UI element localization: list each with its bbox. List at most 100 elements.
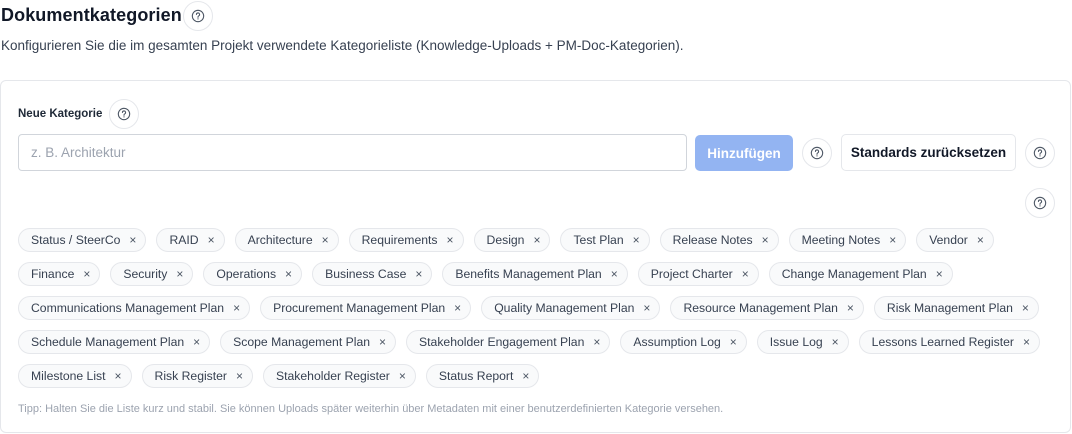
reset-defaults-button[interactable]: Standards zurücksetzen: [841, 134, 1016, 171]
category-chip-label: Finance: [31, 267, 75, 281]
category-chip-label: Scope Management Plan: [233, 335, 371, 349]
category-chip-label: Release Notes: [672, 233, 753, 247]
add-category-button[interactable]: Hinzufügen: [695, 135, 793, 171]
close-icon[interactable]: ×: [193, 336, 200, 348]
close-icon[interactable]: ×: [285, 268, 292, 280]
close-icon[interactable]: ×: [115, 370, 122, 382]
category-chip-label: Test Plan: [573, 233, 624, 247]
close-icon[interactable]: ×: [730, 336, 737, 348]
tip-text: Tipp: Halten Sie die Liste kurz und stab…: [18, 403, 724, 415]
close-icon[interactable]: ×: [847, 302, 854, 314]
close-icon[interactable]: ×: [1022, 302, 1029, 314]
reset-help-button[interactable]: [1025, 138, 1055, 168]
close-icon[interactable]: ×: [322, 234, 329, 246]
close-icon[interactable]: ×: [593, 336, 600, 348]
close-icon[interactable]: ×: [936, 268, 943, 280]
category-chip-label: Issue Log: [769, 335, 823, 349]
category-chip: Vendor ×: [916, 228, 994, 252]
close-icon[interactable]: ×: [415, 268, 422, 280]
close-icon[interactable]: ×: [611, 268, 618, 280]
new-category-help-button[interactable]: [109, 99, 139, 129]
add-help-button[interactable]: [802, 138, 832, 168]
category-chip: Meeting Notes ×: [788, 228, 907, 252]
close-icon[interactable]: ×: [233, 302, 240, 314]
new-category-input[interactable]: [18, 134, 687, 171]
help-circle-icon: [810, 146, 824, 160]
category-chip-label: Procurement Management Plan: [273, 301, 446, 315]
category-chip: Stakeholder Register ×: [263, 364, 416, 388]
category-chip-label: Business Case: [325, 267, 407, 281]
help-circle-icon: [117, 107, 131, 121]
category-card: Neue Kategorie Hinzufügen Standards zurü…: [0, 80, 1071, 433]
category-chip-label: Quality Management Plan: [494, 301, 635, 315]
close-icon[interactable]: ×: [633, 234, 640, 246]
help-button[interactable]: [183, 1, 213, 31]
close-icon[interactable]: ×: [399, 370, 406, 382]
close-icon[interactable]: ×: [977, 234, 984, 246]
help-circle-icon: [1033, 146, 1047, 160]
category-chip: Resource Management Plan ×: [670, 296, 864, 320]
category-chip: Operations ×: [203, 262, 303, 286]
category-chip: Test Plan ×: [560, 228, 650, 252]
close-icon[interactable]: ×: [762, 234, 769, 246]
close-icon[interactable]: ×: [832, 336, 839, 348]
category-chip: Requirements ×: [348, 228, 464, 252]
category-chip: Risk Management Plan ×: [873, 296, 1039, 320]
close-icon[interactable]: ×: [236, 370, 243, 382]
close-icon[interactable]: ×: [447, 234, 454, 246]
category-chip-label: Risk Management Plan: [886, 301, 1013, 315]
category-chip-label: Project Charter: [650, 267, 733, 281]
category-chip: Quality Management Plan ×: [481, 296, 661, 320]
help-circle-icon: [191, 9, 205, 23]
category-chip: RAID ×: [156, 228, 225, 252]
category-chip: Risk Register ×: [141, 364, 254, 388]
category-list-help-button[interactable]: [1025, 188, 1055, 218]
category-chip-label: Benefits Management Plan: [455, 267, 602, 281]
category-chip-label: Status Report: [438, 369, 514, 383]
close-icon[interactable]: ×: [889, 234, 896, 246]
category-chip: Change Management Plan ×: [768, 262, 953, 286]
page-title: Dokumentkategorien: [1, 5, 182, 25]
close-icon[interactable]: ×: [379, 336, 386, 348]
category-chip-label: Requirements: [361, 233, 438, 247]
category-chip-label: RAID: [169, 233, 199, 247]
category-chip-label: Stakeholder Register: [276, 369, 390, 383]
category-chip-label: Lessons Learned Register: [871, 335, 1014, 349]
close-icon[interactable]: ×: [742, 268, 749, 280]
category-chip: Issue Log ×: [756, 330, 849, 354]
category-chip: Security ×: [110, 262, 194, 286]
help-circle-icon: [1033, 196, 1047, 210]
close-icon[interactable]: ×: [643, 302, 650, 314]
category-chip: Communications Management Plan ×: [18, 296, 251, 320]
category-chip-label: Operations: [216, 267, 277, 281]
close-icon[interactable]: ×: [129, 234, 136, 246]
category-chip: Release Notes ×: [659, 228, 779, 252]
category-chip-label: Assumption Log: [633, 335, 721, 349]
category-chip-label: Meeting Notes: [801, 233, 881, 247]
close-icon[interactable]: ×: [533, 234, 540, 246]
category-chip: Procurement Management Plan ×: [260, 296, 472, 320]
category-chip: Assumption Log ×: [620, 330, 747, 354]
close-icon[interactable]: ×: [522, 370, 529, 382]
page-subtitle: Konfigurieren Sie die im gesamten Projek…: [1, 38, 684, 53]
category-chip: Project Charter ×: [637, 262, 759, 286]
category-chip-label: Stakeholder Engagement Plan: [419, 335, 585, 349]
category-chip: Status Report ×: [425, 364, 540, 388]
close-icon[interactable]: ×: [83, 268, 90, 280]
category-chip-label: Vendor: [929, 233, 968, 247]
category-chip-label: Communications Management Plan: [31, 301, 225, 315]
new-category-label: Neue Kategorie: [18, 108, 103, 120]
close-icon[interactable]: ×: [454, 302, 461, 314]
close-icon[interactable]: ×: [208, 234, 215, 246]
close-icon[interactable]: ×: [1023, 336, 1030, 348]
category-chip-label: Status / SteerCo: [31, 233, 121, 247]
category-chip-label: Change Management Plan: [781, 267, 927, 281]
category-chip: Milestone List ×: [18, 364, 132, 388]
category-chip: Status / SteerCo ×: [18, 228, 147, 252]
category-chip: Schedule Management Plan ×: [18, 330, 211, 354]
category-chip-label: Resource Management Plan: [683, 301, 838, 315]
category-chip: Architecture ×: [234, 228, 339, 252]
category-chip-label: Security: [123, 267, 168, 281]
close-icon[interactable]: ×: [176, 268, 183, 280]
category-chip: Benefits Management Plan ×: [442, 262, 628, 286]
